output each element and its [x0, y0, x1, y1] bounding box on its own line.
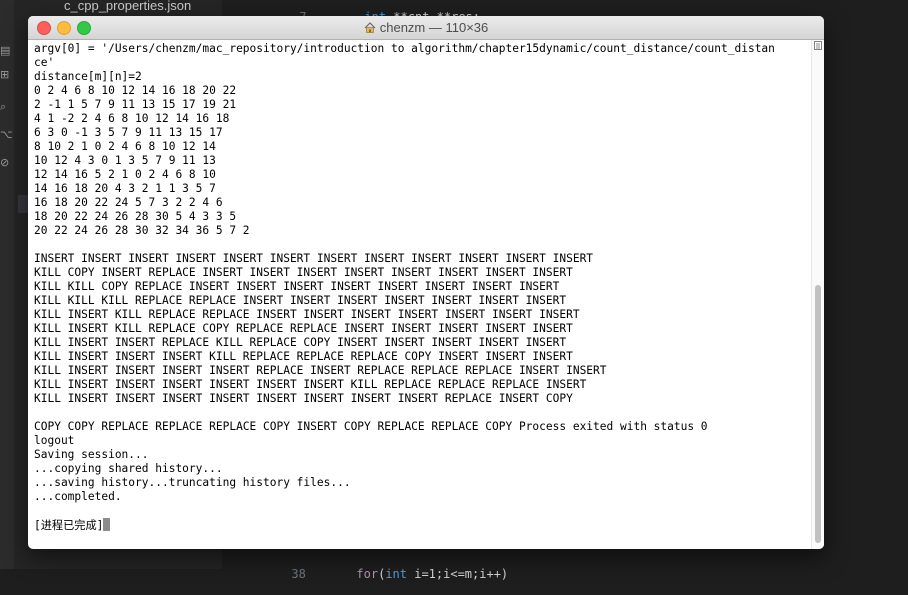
terminal-line: ...saving history...truncating history f… — [34, 476, 351, 489]
process-completed-text: [进程已完成] — [34, 519, 104, 532]
terminal-line: KILL INSERT INSERT INSERT INSERT INSERT … — [34, 378, 587, 391]
terminal-line: 10 12 4 3 0 1 3 5 7 9 11 13 — [34, 154, 216, 167]
terminal-line: 6 3 0 -1 3 5 7 9 11 13 15 17 — [34, 126, 223, 139]
terminal-line: KILL INSERT INSERT INSERT INSERT INSERT … — [34, 392, 573, 405]
terminal-line: Saving session... — [34, 448, 149, 461]
terminal-line: KILL COPY INSERT REPLACE INSERT INSERT I… — [34, 266, 573, 279]
terminal-line: KILL INSERT INSERT REPLACE KILL REPLACE … — [34, 336, 567, 349]
sidebar-file[interactable]: c_cpp_properties.json — [64, 0, 191, 13]
terminal-prompt-line: [进程已完成] — [34, 518, 812, 532]
text-cursor — [103, 518, 111, 531]
extensions-icon[interactable]: ⊞ — [0, 68, 10, 81]
terminal-output[interactable]: argv[0] = '/Users/chenzm/mac_repository/… — [28, 40, 812, 549]
terminal-line: COPY COPY REPLACE REPLACE REPLACE COPY I… — [34, 420, 708, 433]
terminal-line: ...copying shared history... — [34, 462, 223, 475]
scroll-menu-icon[interactable] — [814, 41, 822, 50]
terminal-window[interactable]: chenzm — 110×36 argv[0] = '/Users/chenzm… — [28, 16, 824, 549]
explorer-icon[interactable]: ▤ — [0, 44, 10, 57]
activity-bar: ▤ ⊞ ⌕ ⌥ ⊘ — [0, 0, 14, 569]
terminal-line: KILL INSERT INSERT INSERT INSERT REPLACE… — [34, 364, 607, 377]
terminal-line: logout — [34, 434, 75, 447]
debug-icon[interactable]: ⊘ — [0, 156, 10, 169]
terminal-line: 14 16 18 20 4 3 2 1 1 3 5 7 — [34, 182, 216, 195]
terminal-line: 20 22 24 26 28 30 32 34 36 5 7 2 — [34, 224, 250, 237]
terminal-line: 4 1 -2 2 4 6 8 10 12 14 16 18 — [34, 112, 230, 125]
terminal-line: 8 10 2 1 0 2 4 6 8 10 12 14 — [34, 140, 216, 153]
line-number: 38 — [291, 567, 306, 581]
terminal-line: KILL KILL COPY REPLACE INSERT INSERT INS… — [34, 280, 560, 293]
terminal-line: KILL INSERT INSERT INSERT KILL REPLACE R… — [34, 350, 573, 363]
terminal-line: ce' — [34, 56, 55, 69]
scrollbar-thumb[interactable] — [815, 285, 821, 543]
terminal-line: 2 -1 1 5 7 9 11 13 15 17 19 21 — [34, 98, 237, 111]
code-line-bottom: 38 for(int i=1;i<=m;i++) — [291, 567, 509, 581]
terminal-line: KILL INSERT KILL REPLACE REPLACE INSERT … — [34, 308, 580, 321]
terminal-line: distance[m][n]=2 — [34, 70, 142, 83]
source-control-icon[interactable]: ⌥ — [0, 128, 13, 141]
control-keyword: for — [356, 567, 379, 581]
scrollbar[interactable] — [811, 40, 824, 549]
terminal-line: argv[0] = '/Users/chenzm/mac_repository/… — [34, 42, 775, 55]
terminal-line: KILL INSERT KILL REPLACE COPY REPLACE RE… — [34, 322, 573, 335]
terminal-line: 18 20 22 24 26 28 30 5 4 3 3 5 — [34, 210, 237, 223]
title-bar[interactable]: chenzm — 110×36 — [28, 16, 824, 40]
window-title-text: chenzm — 110×36 — [379, 20, 489, 35]
terminal-line: 0 2 4 6 8 10 12 14 16 18 20 22 — [34, 84, 237, 97]
code-text: i=1;i<=m;i++) — [407, 567, 509, 581]
home-icon — [364, 22, 376, 33]
terminal-line: INSERT INSERT INSERT INSERT INSERT INSER… — [34, 252, 594, 265]
terminal-line: 16 18 20 22 24 5 7 3 2 2 4 6 — [34, 196, 223, 209]
window-title: chenzm — 110×36 — [28, 20, 824, 35]
terminal-line: KILL KILL KILL REPLACE REPLACE INSERT IN… — [34, 294, 567, 307]
terminal-line: 12 14 16 5 2 1 0 2 4 6 8 10 — [34, 168, 216, 181]
search-icon[interactable]: ⌕ — [0, 100, 10, 113]
type-keyword: int — [385, 567, 407, 581]
terminal-line: ...completed. — [34, 490, 122, 503]
